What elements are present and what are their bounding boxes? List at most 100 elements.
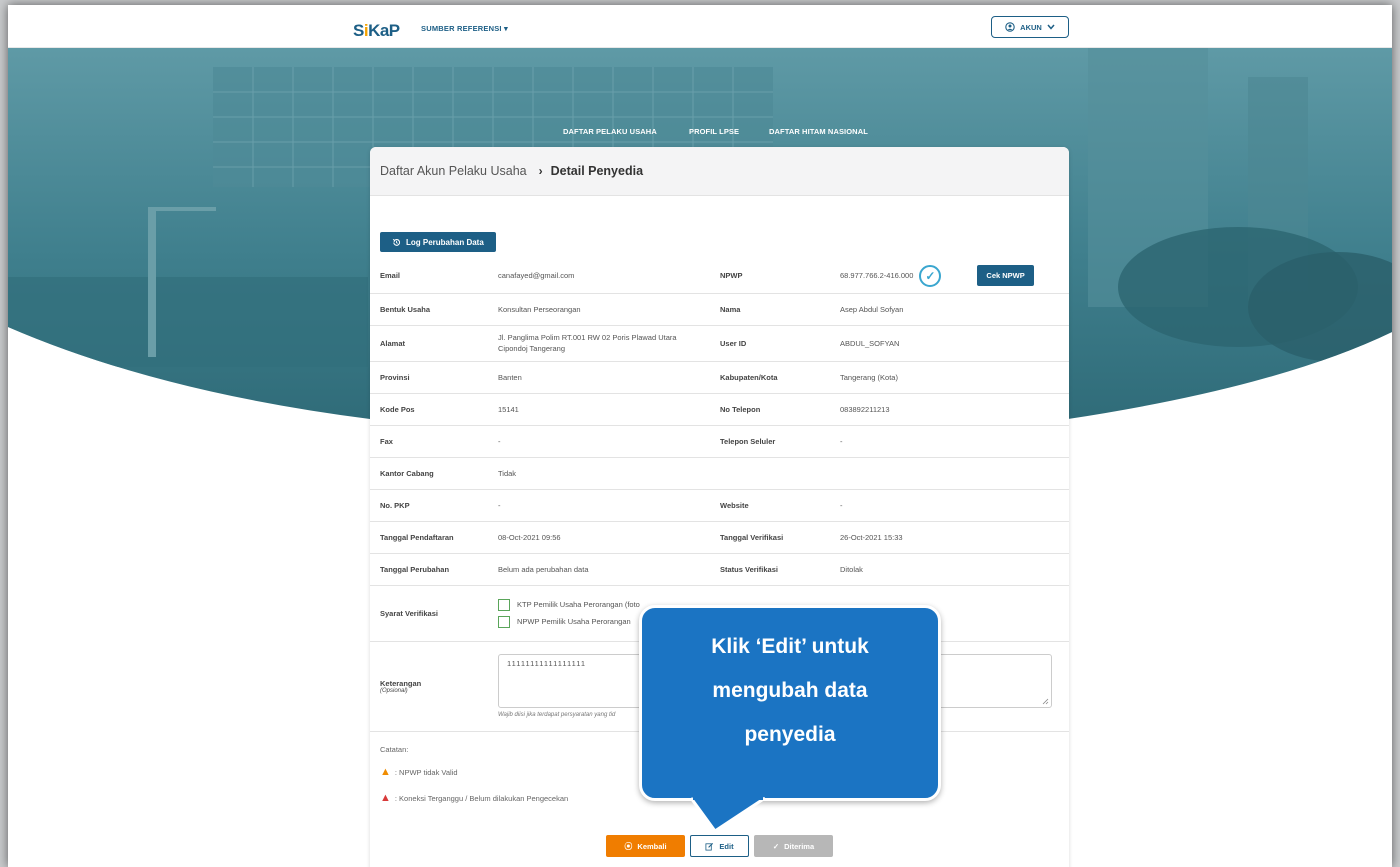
action-buttons: ⦿ Kembali Edit ✓ Diterima <box>370 835 1069 857</box>
back-circle-icon: ⦿ <box>624 841 633 851</box>
keterangan-value: 11111111111111111 <box>507 659 587 668</box>
table-row: Bentuk Usaha Konsultan Perseorangan Nama… <box>370 293 1069 326</box>
warning-red-icon: ▲ <box>380 792 391 804</box>
table-row: Tanggal Pendaftaran 08-Oct-2021 09:56 Ta… <box>370 521 1069 554</box>
tanggal-perubahan-label: Tanggal Perubahan <box>370 553 488 586</box>
user-circle-icon <box>1005 22 1015 32</box>
kabupaten-label: Kabupaten/Kota <box>710 361 830 394</box>
tanggal-verifikasi-label: Tanggal Verifikasi <box>710 521 830 554</box>
menu-sumber-referensi-label: SUMBER REFERENSI <box>421 24 502 33</box>
chevron-right-icon: › <box>538 164 543 178</box>
kode-pos-value: 15141 <box>488 393 710 426</box>
syarat-verifikasi-label: Syarat Verifikasi <box>370 585 488 642</box>
log-perubahan-button[interactable]: Log Perubahan Data <box>380 232 496 252</box>
menu-daftar-pelaku-usaha[interactable]: DAFTAR PELAKU USAHA <box>563 127 657 136</box>
resize-handle-icon[interactable] <box>1042 698 1049 705</box>
no-pkp-value: - <box>488 489 710 522</box>
diterima-label: Diterima <box>784 841 815 851</box>
diterima-button[interactable]: ✓ Diterima <box>754 835 833 857</box>
nama-value: Asep Abdul Sofyan <box>830 293 1069 326</box>
log-perubahan-label: Log Perubahan Data <box>406 237 484 247</box>
bentuk-usaha-value: Konsultan Perseorangan <box>488 293 710 326</box>
user-id-value: ABDUL_SOFYAN <box>830 325 1069 362</box>
alamat-label: Alamat <box>370 325 488 362</box>
note-npwp-invalid: ▲ : NPWP tidak Valid <box>380 766 568 778</box>
tanggal-pendaftaran-label: Tanggal Pendaftaran <box>370 521 488 554</box>
website-value: - <box>830 489 1069 522</box>
user-id-label: User ID <box>710 325 830 362</box>
note-koneksi-text: : Koneksi Terganggu / Belum dilakukan Pe… <box>394 793 569 803</box>
tanggal-verifikasi-value: 26-Oct-2021 15:33 <box>830 521 1069 554</box>
breadcrumb-parent[interactable]: Daftar Akun Pelaku Usaha <box>380 164 527 178</box>
breadcrumb-current: Detail Penyedia <box>550 164 644 178</box>
npwp-checkbox[interactable] <box>498 615 510 628</box>
fax-value: - <box>488 425 710 458</box>
kantor-cabang-label: Kantor Cabang <box>370 457 488 490</box>
menu-daftar-hitam-nasional[interactable]: DAFTAR HITAM NASIONAL <box>769 127 868 136</box>
table-row: Kantor Cabang Tidak <box>370 457 1069 490</box>
menu-profil-lpse[interactable]: PROFIL LPSE <box>689 127 739 136</box>
kode-pos-label: Kode Pos <box>370 393 488 426</box>
callout-pointer <box>689 797 766 834</box>
kantor-cabang-value: Tidak <box>488 457 710 490</box>
ktp-checkbox-label: KTP Pemilik Usaha Perorangan (foto <box>517 600 640 609</box>
table-row: Tanggal Perubahan Belum ada perubahan da… <box>370 553 1069 586</box>
table-row: Kode Pos 15141 No Telepon 083892211213 <box>370 393 1069 426</box>
no-telepon-value: 083892211213 <box>830 393 1069 426</box>
logo-letters-kap: KaP <box>368 21 400 40</box>
sikap-logo[interactable]: SiKaP <box>353 21 400 41</box>
npwp-cell: 68.977.766.2-416.000 ✓ Cek NPWP <box>830 259 1069 294</box>
tanggal-perubahan-value: Belum ada perubahan data <box>488 553 710 586</box>
edit-label: Edit <box>719 841 734 851</box>
table-row: Fax - Telepon Seluler - <box>370 425 1069 458</box>
note-koneksi: ▲ : Koneksi Terganggu / Belum dilakukan … <box>380 792 568 804</box>
ktp-checkbox[interactable] <box>498 598 510 611</box>
history-icon <box>392 238 401 246</box>
table-row: No. PKP - Website - <box>370 489 1069 522</box>
table-row: Alamat Jl. Panglima Polim RT.001 RW 02 P… <box>370 325 1069 362</box>
status-verifikasi-label: Status Verifikasi <box>710 553 830 586</box>
keterangan-label: Keterangan <box>380 678 422 688</box>
fax-label: Fax <box>370 425 488 458</box>
email-label: Email <box>370 259 488 294</box>
keterangan-optional-label: (Opsional) <box>380 687 408 694</box>
kembali-label: Kembali <box>637 841 667 851</box>
app-window: SiKaP SUMBER REFERENSI ▾ AKUN DAFTAR PEL… <box>8 5 1392 867</box>
warning-orange-icon: ▲ <box>380 766 391 778</box>
callout-line-3: penyedia <box>744 723 836 746</box>
edit-icon <box>705 842 714 851</box>
edit-button[interactable]: Edit <box>690 835 749 857</box>
npwp-label: NPWP <box>710 259 830 294</box>
account-label: AKUN <box>1020 22 1042 32</box>
npwp-checkbox-label: NPWP Pemilik Usaha Perorangan <box>517 617 631 626</box>
kabupaten-value: Tangerang (Kota) <box>830 361 1069 394</box>
check-valid-icon: ✓ <box>919 264 942 287</box>
keterangan-label-cell: Keterangan (Opsional) <box>370 641 488 732</box>
status-verifikasi-value: Ditolak <box>830 553 1069 586</box>
kembali-button[interactable]: ⦿ Kembali <box>606 835 685 857</box>
table-row: Email canafayed@gmail.com NPWP 68.977.76… <box>370 259 1069 294</box>
menu-sumber-referensi[interactable]: SUMBER REFERENSI ▾ <box>421 24 508 33</box>
alamat-value: Jl. Panglima Polim RT.001 RW 02 Poris Pl… <box>488 325 710 362</box>
no-telepon-label: No Telepon <box>710 393 830 426</box>
provinsi-label: Provinsi <box>370 361 488 394</box>
telepon-seluler-value: - <box>830 425 1069 458</box>
cek-npwp-button[interactable]: Cek NPWP <box>977 265 1034 287</box>
caret-down-icon: ▾ <box>504 24 508 33</box>
instruction-callout: Klik ‘Edit’ untuk mengubah data penyedia <box>639 605 941 801</box>
provinsi-value: Banten <box>488 361 710 394</box>
website-label: Website <box>710 489 830 522</box>
top-navbar: SiKaP SUMBER REFERENSI ▾ AKUN <box>8 5 1392 48</box>
telepon-seluler-label: Telepon Seluler <box>710 425 830 458</box>
table-row: Provinsi Banten Kabupaten/Kota Tangerang… <box>370 361 1069 394</box>
notes-title: Catatan: <box>380 745 409 754</box>
no-pkp-label: No. PKP <box>370 489 488 522</box>
breadcrumb: Daftar Akun Pelaku Usaha › Detail Penyed… <box>370 147 1069 196</box>
account-button[interactable]: AKUN <box>991 16 1069 38</box>
nama-label: Nama <box>710 293 830 326</box>
callout-line-1: Klik ‘Edit’ untuk <box>711 635 869 658</box>
notes-section: Catatan: ▲ : NPWP tidak Valid ▲ : Koneks… <box>380 745 568 818</box>
npwp-value: 68.977.766.2-416.000 <box>840 271 914 281</box>
chevron-down-icon <box>1047 24 1055 30</box>
bentuk-usaha-label: Bentuk Usaha <box>370 293 488 326</box>
